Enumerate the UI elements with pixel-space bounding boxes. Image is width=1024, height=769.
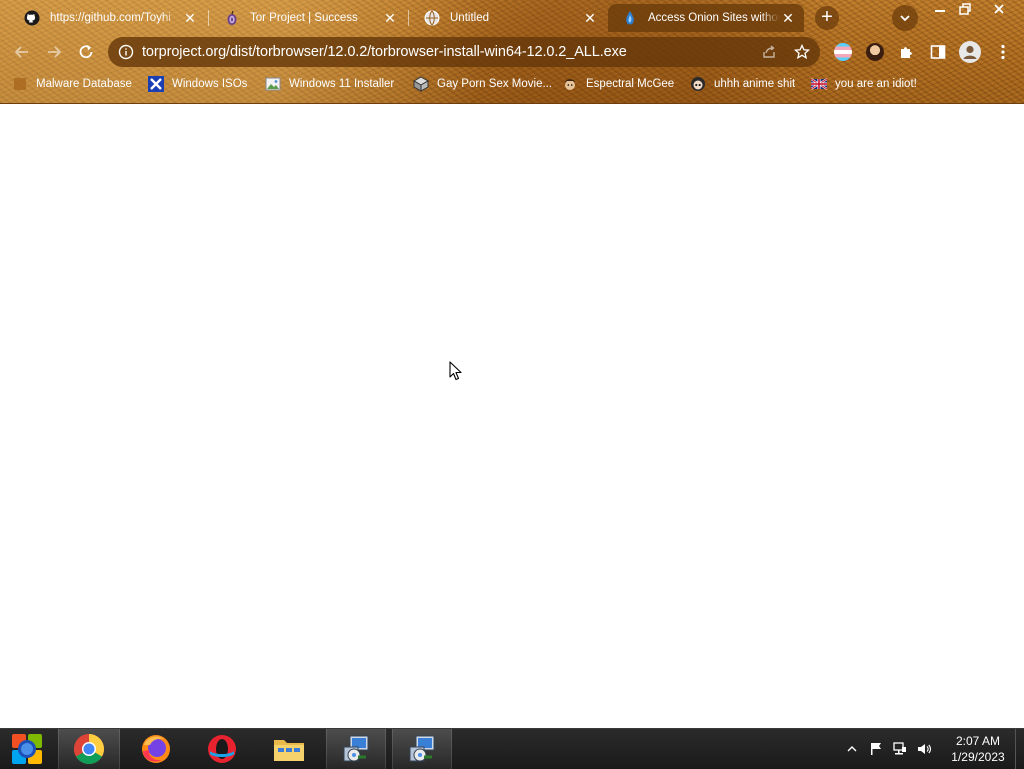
bookmark-windows-isos[interactable]: Windows ISOs [148,75,247,93]
chevron-down-icon [900,15,910,22]
character-icon [562,76,578,92]
url-text[interactable]: torproject.org/dist/torbrowser/12.0.2/to… [142,44,627,60]
close-tab-icon[interactable]: ✕ [780,10,796,26]
tab-access-onion-sites[interactable]: Access Onion Sites withou ✕ [608,4,804,32]
bookmark-label: Gay Porn Sex Movie... [437,78,553,90]
side-panel-icon[interactable] [929,43,947,61]
bookmark-label: Espectral McGee [586,78,675,90]
restore-button[interactable] [951,0,979,18]
trans-flag-extension-icon[interactable] [834,43,852,61]
reload-button[interactable] [74,40,98,64]
action-center-flag-icon[interactable] [868,741,884,757]
network-icon[interactable] [892,741,908,757]
firefox-icon [142,735,170,763]
tab-title: https://github.com/Toyhi [50,12,171,24]
tab-untitled[interactable]: Untitled ✕ [410,4,606,32]
close-tab-icon[interactable]: ✕ [382,10,398,26]
bookmark-label: Windows 11 Installer [289,78,395,90]
minimize-icon [935,10,945,12]
image-icon [265,76,281,92]
arrow-right-icon [48,46,62,58]
installer-icon [409,735,435,762]
bookmark-anime[interactable]: uhhh anime shit [690,75,795,93]
new-tab-button[interactable]: + [815,6,839,30]
tor-onion-icon [224,10,240,26]
installer-icon [343,735,369,762]
reload-icon [79,45,93,59]
chrome-icon [73,734,105,765]
browser-chrome: https://github.com/Toyhi ✕ Tor Project |… [0,0,1024,104]
anime-icon [690,76,706,92]
forward-button[interactable] [42,40,66,64]
taskbar-chrome[interactable] [58,729,120,769]
taskbar-installer-1[interactable] [326,729,386,769]
page-content[interactable] [0,104,1024,728]
bookmark-label: you are an idiot! [835,78,917,90]
bookmark-site[interactable]: Gay Porn Sex Movie... [413,75,552,93]
share-icon[interactable] [761,44,777,60]
tab-title: Untitled [450,12,489,24]
bookmark-you-are-an-idiot[interactable]: you are an idiot! [811,75,917,93]
close-tab-icon[interactable]: ✕ [182,10,198,26]
toolbar: torproject.org/dist/torbrowser/12.0.2/to… [0,34,1024,70]
address-bar[interactable]: torproject.org/dist/torbrowser/12.0.2/to… [108,37,820,67]
minimize-button[interactable] [926,0,954,18]
bookmark-label: uhhh anime shit [714,78,796,90]
tab-separator [408,10,409,26]
tab-github[interactable]: https://github.com/Toyhi ✕ [10,4,206,32]
volume-icon[interactable] [916,741,932,757]
bookmark-windows-11-installer[interactable]: Windows 11 Installer [265,75,394,93]
close-icon [994,4,1004,14]
bookmarks-bar: Malware Database Windows ISOs Windows 11… [0,72,1024,96]
onion-access-icon [622,10,638,26]
back-button[interactable] [10,40,34,64]
taskbar-file-explorer[interactable] [258,729,320,769]
mouse-cursor-icon [449,361,463,386]
taskbar-opera[interactable] [192,729,252,769]
opera-icon [208,735,236,763]
info-icon[interactable] [118,44,134,60]
account-avatar-icon[interactable] [959,41,981,63]
system-clock[interactable]: 2:07 AM 1/29/2023 [940,733,1016,765]
globe-icon [424,10,440,26]
bookmark-malware-database[interactable]: Malware Database [12,75,132,93]
taskbar: 2:07 AM 1/29/2023 [0,728,1024,769]
show-hidden-icons-chevron-up-icon[interactable] [844,741,860,757]
github-icon [24,10,40,26]
puzzle-extensions-icon[interactable] [898,43,916,61]
tab-strip: https://github.com/Toyhi ✕ Tor Project |… [0,0,1024,34]
clock-time: 2:07 AM [955,734,1001,748]
site-icon [413,76,429,92]
taskbar-firefox[interactable] [126,729,186,769]
bookmark-label: Windows ISOs [172,78,248,90]
bookmark-icon [12,76,28,92]
bookmark-label: Malware Database [36,78,132,90]
folder-icon [274,740,304,761]
bookmark-espectral-mcgee[interactable]: Espectral McGee [562,75,674,93]
menu-dots-icon[interactable] [994,43,1012,61]
tab-title: Tor Project | Success [250,12,358,24]
tab-tor-project[interactable]: Tor Project | Success ✕ [210,4,406,32]
bookmark-star-icon[interactable] [793,43,811,60]
tab-separator [208,10,209,26]
close-tab-icon[interactable]: ✕ [582,10,598,26]
x-logo-icon [148,76,164,92]
profile-extension-icon[interactable] [866,43,884,61]
arrow-left-icon [14,46,28,58]
tab-search-button[interactable] [892,5,918,31]
close-window-button[interactable] [984,0,1014,18]
flag-icon [811,76,827,92]
start-button[interactable] [2,729,52,769]
tab-title: Access Onion Sites withou [648,12,780,24]
windows-start-icon [12,734,42,764]
restore-icon [959,3,971,15]
taskbar-installer-2[interactable] [392,729,452,769]
clock-date: 1/29/2023 [951,750,1005,764]
show-desktop-button[interactable] [1015,729,1024,769]
